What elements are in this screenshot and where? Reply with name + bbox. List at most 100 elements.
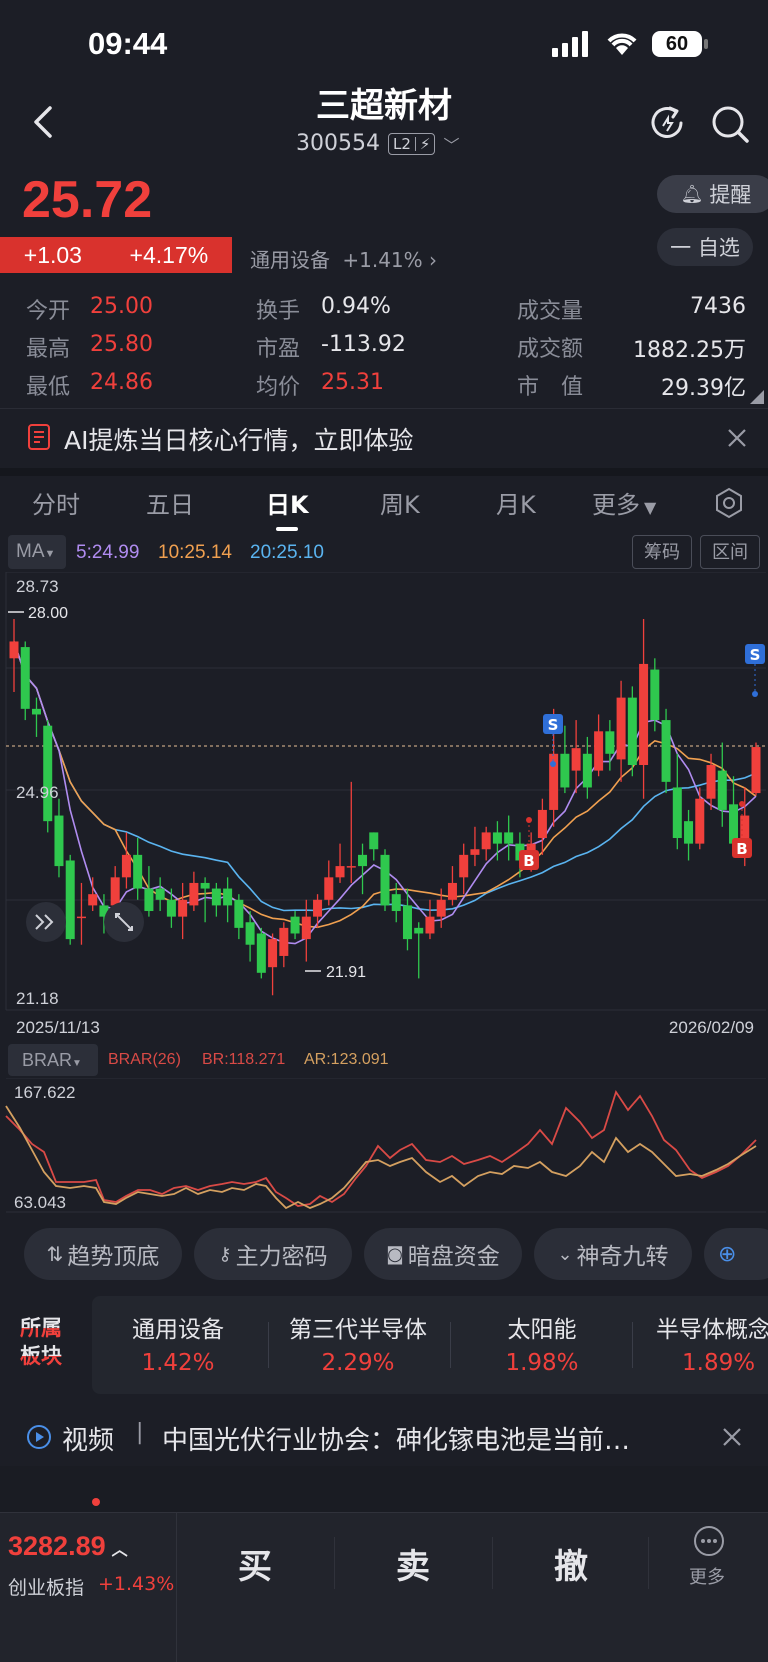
- more-icon[interactable]: [693, 1525, 725, 1557]
- chip-main-force[interactable]: ⚷ 主力密码: [194, 1228, 352, 1280]
- l2-label: L2: [392, 134, 411, 153]
- status-bar: 09:44 60: [0, 0, 768, 90]
- ma-selector[interactable]: MA▼: [8, 535, 66, 569]
- settings-icon[interactable]: [714, 487, 744, 519]
- candle: [9, 618, 19, 693]
- fullscreen-button[interactable]: [104, 902, 144, 942]
- sell-button[interactable]: 卖: [396, 1539, 430, 1588]
- battery-icon: 60: [652, 31, 702, 57]
- y-axis-mid: 24.96: [16, 783, 59, 802]
- candle: [639, 618, 649, 799]
- tab-more[interactable]: 更多 ▼: [592, 485, 656, 520]
- candle-body: [43, 725, 53, 822]
- candle: [65, 854, 75, 945]
- close-icon[interactable]: [722, 1427, 742, 1447]
- candle: [76, 882, 86, 945]
- sector-label-text: 所属 板块: [20, 1316, 62, 1368]
- tab-zhouk[interactable]: 周K: [380, 485, 420, 520]
- remind-button[interactable]: 🔔︎ 提醒: [657, 175, 768, 213]
- index-value[interactable]: 3282.89 ︿: [8, 1531, 128, 1562]
- sector-link[interactable]: 通用设备 +1.41% ›: [250, 244, 437, 273]
- sector-name: 第三代半导体: [289, 1317, 427, 1343]
- candle: [335, 843, 345, 883]
- sector-name: 半导体概念: [656, 1317, 768, 1343]
- sell-signal[interactable]: S: [745, 644, 765, 697]
- remind-label: 提醒: [709, 183, 752, 207]
- candle: [189, 871, 199, 912]
- refresh-icon[interactable]: [648, 104, 686, 142]
- candle: [121, 832, 131, 889]
- expand-chart-button[interactable]: [26, 902, 66, 942]
- chip-trend[interactable]: ⇅ 趋势顶底: [24, 1228, 182, 1280]
- candle: [560, 725, 570, 794]
- low-label: 最低: [26, 375, 71, 400]
- caret-down-icon: ▼: [644, 498, 657, 517]
- sector-item[interactable]: 半导体概念 1.89%: [656, 1310, 768, 1376]
- tab-wuri[interactable]: 五日: [146, 485, 194, 520]
- ai-banner[interactable]: AI提炼当日核心行情，立即体验: [0, 408, 768, 468]
- candle-body: [492, 832, 502, 844]
- candle-body: [402, 905, 412, 940]
- low-marker: 21.91: [326, 964, 366, 981]
- tab-yuek[interactable]: 月K: [496, 485, 536, 520]
- candle-body: [672, 787, 682, 839]
- stock-code-row[interactable]: 300554 L2 ⚡ ﹀: [296, 131, 459, 156]
- search-icon[interactable]: [710, 104, 750, 144]
- l2-badge[interactable]: L2 ⚡: [387, 132, 436, 155]
- brar-chart[interactable]: 167.622 63.043: [0, 1078, 768, 1214]
- sector-link-name: 通用设备: [250, 248, 330, 272]
- battery-level: 60: [665, 33, 689, 55]
- candle-body: [245, 922, 255, 945]
- range-button[interactable]: 区间: [700, 535, 760, 569]
- caret-up-icon: ︿: [111, 1542, 128, 1559]
- candle: [470, 826, 480, 867]
- candle: [537, 798, 547, 855]
- candle-body: [9, 641, 19, 659]
- stock-code: 300554: [296, 131, 380, 156]
- watchlist-button[interactable]: 一 自选: [657, 228, 753, 266]
- video-news[interactable]: 视频 | 中国光伏行业协会：砷化镓电池是当前…: [0, 1412, 768, 1462]
- candle-body: [459, 854, 469, 878]
- chevron-down-icon[interactable]: ﹀: [443, 132, 459, 156]
- sector-item[interactable]: 太阳能 1.98%: [460, 1310, 624, 1376]
- buy-button[interactable]: 买: [238, 1539, 272, 1588]
- high-label: 最高: [26, 337, 71, 362]
- sector-item[interactable]: 通用设备 1.42%: [96, 1310, 260, 1376]
- candle: [133, 838, 143, 900]
- chip-more[interactable]: ⊕: [704, 1228, 768, 1280]
- expand-corner-icon[interactable]: [750, 390, 764, 404]
- sector-item[interactable]: 第三代半导体 2.29%: [276, 1310, 440, 1376]
- tab-rik[interactable]: 日K: [266, 485, 309, 520]
- candle-body: [582, 753, 592, 788]
- tab-fenshi[interactable]: 分时: [32, 485, 80, 520]
- index-name: 创业板指: [8, 1577, 85, 1599]
- date-end: 2026/02/09: [668, 1018, 754, 1037]
- candle-body: [110, 877, 120, 906]
- candle-body: [256, 933, 266, 973]
- chip-dark-pool[interactable]: ◙ 暗盘资金: [364, 1228, 522, 1280]
- candle-body: [695, 798, 705, 844]
- candle-body: [594, 731, 604, 771]
- candle: [380, 849, 390, 912]
- pe-value: -113.92: [321, 332, 406, 357]
- open-label: 今开: [26, 299, 71, 324]
- brar-name: BRAR(26): [108, 1051, 181, 1068]
- sector-pct: 1.98%: [505, 1350, 579, 1376]
- close-icon[interactable]: [726, 427, 748, 449]
- candle: [20, 641, 30, 721]
- chip-nine-turn[interactable]: ⌄ 神奇九转: [534, 1228, 692, 1280]
- candle-body: [639, 663, 649, 766]
- price-change: +1.03: [23, 241, 82, 268]
- turnover-label: 换手: [256, 299, 301, 324]
- candlestick-chart[interactable]: 28.73 28.00 24.96 21.91 21.18 S S B B: [0, 572, 768, 1012]
- candle-body: [234, 899, 244, 928]
- candle: [268, 933, 278, 996]
- cancel-button[interactable]: 撤: [554, 1539, 588, 1588]
- indicator-selector[interactable]: BRAR▼: [8, 1044, 98, 1076]
- sell-signal[interactable]: S: [543, 714, 563, 767]
- hidden-tab-strip: [0, 1466, 768, 1514]
- candle-body: [65, 860, 75, 940]
- chips-button[interactable]: 筹码: [632, 535, 692, 569]
- buy-signal-label: B: [736, 840, 747, 858]
- ma-row: MA▼ 5:24.99 10:25.14 20:25.10 筹码 区间: [0, 535, 768, 571]
